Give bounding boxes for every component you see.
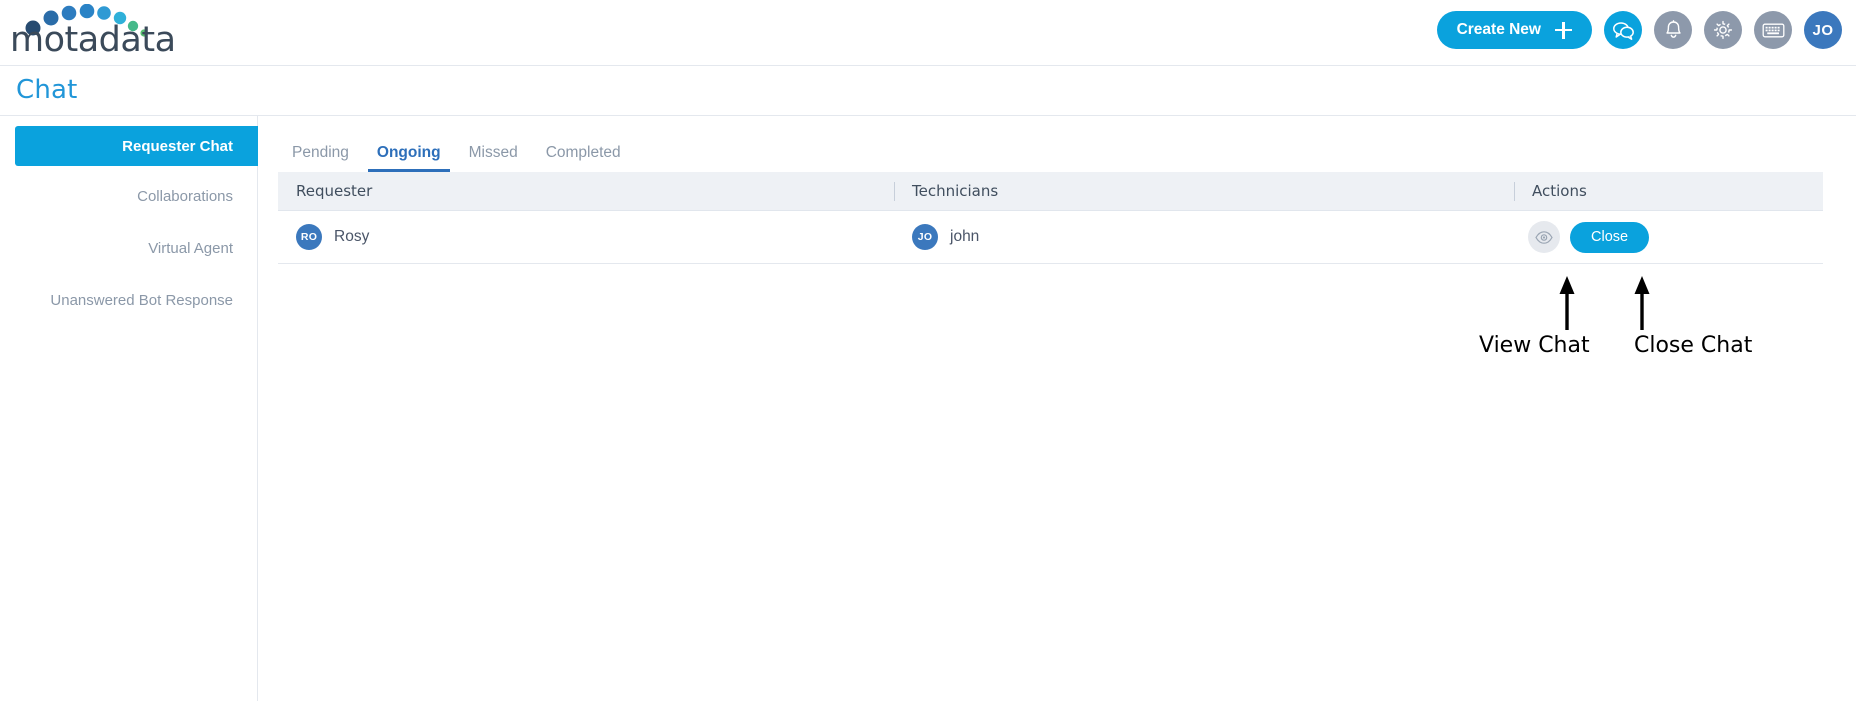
tab-pending[interactable]: Pending [278, 143, 363, 173]
main-content: Pending Ongoing Missed Completed Request… [259, 116, 1856, 701]
user-avatar[interactable]: JO [1804, 11, 1842, 49]
notifications-button[interactable] [1654, 11, 1692, 49]
view-chat-button[interactable] [1528, 221, 1560, 253]
column-header-requester: Requester [296, 182, 373, 200]
create-new-label: Create New [1456, 21, 1541, 38]
technician-avatar-initials: JO [917, 231, 933, 243]
close-chat-label: Close [1591, 229, 1629, 245]
tab-ongoing[interactable]: Ongoing [363, 143, 455, 173]
bell-icon [1665, 20, 1681, 38]
plus-icon [1555, 21, 1572, 39]
create-new-button[interactable]: Create New [1436, 11, 1592, 49]
chat-icon-button[interactable] [1604, 11, 1642, 49]
close-chat-button[interactable]: Close [1570, 221, 1650, 253]
technician-avatar: JO [912, 224, 938, 250]
sidebar-item-label: Virtual Agent [148, 239, 233, 257]
chat-table: Requester Technicians Actions RO Rosy JO… [278, 172, 1823, 264]
header-actions: Create New JO [1436, 11, 1842, 49]
column-header-technicians: Technicians [894, 172, 1514, 210]
sidebar-item-collaborations[interactable]: Collaborations [15, 176, 258, 216]
tab-label: Completed [545, 143, 621, 161]
eye-icon [1535, 230, 1553, 244]
app-header: motadata Create New JO [0, 0, 1856, 66]
requester-avatar-initials: RO [300, 231, 318, 243]
requester-avatar: RO [296, 224, 322, 250]
settings-button[interactable] [1704, 11, 1742, 49]
sidebar-item-requester-chat[interactable]: Requester Chat [15, 126, 258, 166]
page-title: Chat [16, 75, 78, 105]
cell-requester: RO Rosy [278, 211, 894, 263]
page-title-bar: Chat [0, 66, 1856, 116]
tab-label: Pending [292, 143, 349, 161]
chat-icon [1612, 21, 1634, 40]
tab-label: Ongoing [376, 143, 441, 161]
sidebar-item-label: Collaborations [137, 187, 233, 205]
tab-missed[interactable]: Missed [455, 143, 532, 173]
sidebar-item-unanswered-bot-response[interactable]: Unanswered Bot Response [15, 280, 258, 320]
motadata-logo[interactable]: motadata [8, 4, 178, 62]
logo-wordmark: motadata [10, 20, 176, 60]
user-avatar-initials: JO [1812, 21, 1834, 39]
table-header-row: Requester Technicians Actions [278, 172, 1823, 211]
cell-actions: Close [1514, 211, 1823, 263]
tab-completed[interactable]: Completed [532, 143, 635, 173]
sidebar-item-virtual-agent[interactable]: Virtual Agent [15, 228, 258, 268]
keyboard-icon [1762, 23, 1784, 37]
sidebar-item-label: Requester Chat [122, 137, 233, 155]
tab-label: Missed [468, 143, 518, 161]
sidebar-item-label: Unanswered Bot Response [50, 291, 233, 309]
keyboard-shortcuts-button[interactable] [1754, 11, 1792, 49]
chat-status-tabs: Pending Ongoing Missed Completed [278, 129, 635, 172]
sidebar: Requester Chat Collaborations Virtual Ag… [0, 116, 258, 701]
table-row[interactable]: RO Rosy JO john Close [278, 211, 1823, 264]
gear-icon [1713, 20, 1733, 40]
technician-name: john [950, 228, 980, 245]
cell-technicians: JO john [894, 211, 1514, 263]
column-header-actions: Actions [1514, 172, 1823, 210]
requester-name: Rosy [334, 228, 370, 245]
